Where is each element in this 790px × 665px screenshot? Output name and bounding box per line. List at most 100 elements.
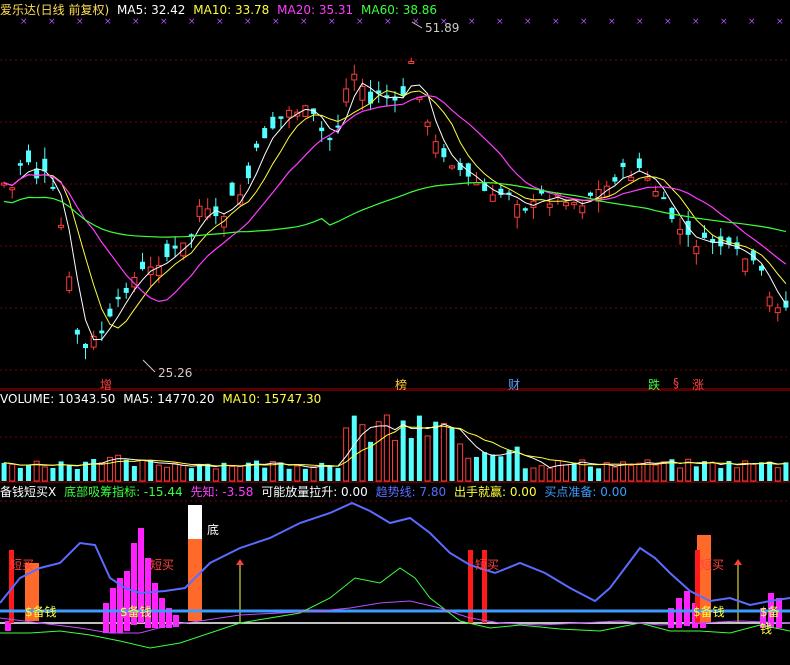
x-marker: ×: [636, 17, 644, 27]
volume-bar: [774, 467, 781, 482]
x-marker: ×: [552, 17, 560, 27]
volume-panel[interactable]: VOLUME: 10343.50 MA5: 14770.20 MA10: 157…: [0, 390, 790, 483]
x-marker: ×: [692, 17, 700, 27]
volume-bar: [262, 467, 268, 481]
candle-body: [351, 73, 358, 81]
candle-body: [742, 258, 749, 272]
candle-body: [603, 185, 610, 197]
candle-body: [693, 246, 700, 255]
candle-body: [652, 190, 659, 197]
volume-bar: [408, 438, 414, 481]
volume-bar: [660, 461, 667, 482]
volume-bar: [587, 466, 593, 481]
volume-bar: [490, 454, 496, 481]
candle-body: [612, 177, 618, 182]
candle-body: [66, 276, 73, 292]
candle-body: [620, 162, 626, 168]
volume-bar: [188, 468, 194, 481]
candle-body: [50, 186, 56, 189]
candle-body: [701, 232, 707, 238]
arrow-head: [734, 559, 742, 565]
candle-body: [441, 148, 447, 158]
volume-bar: [718, 468, 724, 481]
volume-bar: [172, 462, 179, 482]
indicator-chart[interactable]: [0, 483, 790, 665]
indicator-panel[interactable]: 备钱短买X 底部吸筹指标: -15.44 先知: -3.58 可能放量拉升: 0…: [0, 483, 790, 665]
x-marker: ×: [524, 17, 532, 27]
candle-body: [270, 116, 276, 129]
volume-bar: [579, 459, 586, 482]
volume-bar: [482, 452, 488, 481]
volume-bar: [465, 457, 472, 482]
volume-bar: [400, 420, 406, 481]
volume-bar: [506, 450, 512, 481]
volume-bar: [74, 468, 80, 481]
candle-body: [628, 176, 635, 182]
volume-bar: [709, 461, 716, 482]
candle-body: [172, 245, 178, 249]
ma60-line: [4, 181, 787, 238]
candle-body: [449, 165, 456, 169]
volume-bar: [139, 459, 146, 482]
candle-body: [229, 182, 235, 196]
candle-body: [319, 127, 325, 132]
candle-body: [343, 88, 350, 103]
x-marker: ×: [48, 17, 56, 27]
x-marker: ×: [104, 17, 112, 27]
x-marker: ×: [748, 17, 756, 27]
volume-bar: [148, 460, 154, 481]
volume-bar: [636, 462, 643, 482]
candle-body: [766, 296, 773, 307]
volume-bar: [41, 466, 48, 482]
volume-bar: [611, 466, 618, 482]
volume-bar: [628, 464, 635, 482]
volume-bar: [652, 464, 659, 482]
candle-body: [587, 192, 593, 196]
label-beiqian-4: $备钱: [760, 605, 780, 636]
volume-bar: [758, 462, 764, 481]
x-marker: ×: [132, 17, 140, 27]
candle-body: [107, 308, 113, 317]
x-marker: ×: [356, 17, 364, 27]
candle-body: [677, 228, 684, 235]
volume-bar: [180, 465, 187, 482]
volume-chart[interactable]: [0, 390, 790, 483]
volume-bar: [596, 468, 602, 481]
volume-bar: [375, 421, 382, 482]
volume-bar: [237, 466, 244, 482]
indicator-histogram-bar: [684, 591, 690, 626]
x-marker: ×: [272, 17, 280, 27]
indicator-histogram-bar: [124, 571, 130, 631]
volume-bar: [530, 467, 537, 482]
volume-bar: [383, 414, 390, 482]
candle-body: [408, 61, 415, 65]
candle-body: [58, 224, 65, 228]
indicator-histogram-bar: [173, 615, 179, 627]
volume-bar: [327, 466, 333, 481]
price-chart[interactable]: × × × × × × × × × × × × × × × × × × × × × × × × × × × ×: [0, 0, 790, 390]
volume-bar: [286, 468, 292, 481]
volume-bar: [546, 467, 553, 482]
volume-bar: [205, 463, 211, 481]
volume-bar: [392, 439, 398, 482]
candle-body: [424, 121, 431, 128]
volume-bar: [278, 462, 284, 481]
label-duanmai-4: 短买: [700, 558, 725, 572]
volume-bar: [66, 465, 72, 481]
price-panel[interactable]: 爱乐达(日线 前复权) MA5: 32.42 MA10: 33.78 MA20:…: [0, 0, 790, 392]
volume-bar: [677, 467, 684, 482]
x-marker: ×: [468, 17, 476, 27]
candle-body: [164, 243, 170, 258]
volume-bar: [50, 467, 56, 481]
label-duanmai-2: 短买: [150, 558, 175, 572]
signal-column: [188, 538, 202, 621]
label-duanmai-3: 短买: [475, 558, 500, 572]
volume-bar: [783, 462, 789, 481]
volume-bar: [424, 435, 431, 482]
white-column: [188, 505, 202, 539]
volume-bar: [310, 466, 317, 482]
label-beiqian-3: $备钱: [693, 605, 725, 619]
label-beiqian-1: $备钱: [25, 605, 57, 619]
candle-body: [254, 143, 260, 148]
x-marker: ×: [664, 17, 672, 27]
